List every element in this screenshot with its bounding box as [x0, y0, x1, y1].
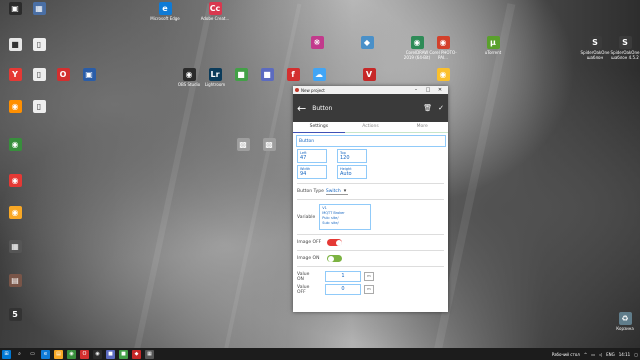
desktop-icon[interactable]: ▯	[24, 38, 54, 52]
window-titlebar[interactable]: New project – □ ✕	[293, 86, 448, 94]
variable-line: Sub: site/	[322, 221, 339, 225]
desktop-toolbar-label[interactable]: Рабочий стол	[552, 352, 580, 357]
desktop-icon[interactable]: ▩	[254, 138, 284, 152]
left-field[interactable]: Left 47	[297, 149, 327, 163]
top-field[interactable]: Top 120	[337, 149, 367, 163]
spideroak-icon[interactable]: S SpiderOakOne шаблон	[580, 36, 610, 60]
app-taskbar-icon[interactable]: ▦	[145, 349, 154, 359]
desktop-icon[interactable]: ◉	[0, 206, 30, 220]
clock[interactable]: 14:11	[619, 352, 631, 357]
explorer-icon[interactable]: ▤	[54, 349, 63, 359]
adobe-cc-icon[interactable]: Cc Adobe Creat...	[200, 2, 230, 21]
desktop-icon[interactable]: ▣	[74, 68, 104, 82]
image-on-label: Image ON	[297, 256, 320, 261]
tab-actions[interactable]: Actions	[345, 122, 397, 132]
opera-taskbar-icon[interactable]: O	[80, 349, 89, 359]
divider	[297, 266, 444, 267]
search-icon[interactable]: ⌕	[15, 350, 24, 359]
value-off-input[interactable]: 0	[325, 284, 361, 295]
divider	[297, 234, 444, 235]
page-title: Button	[312, 104, 333, 112]
tab-indicator	[293, 131, 345, 133]
height-value: Auto	[340, 171, 352, 177]
app-taskbar-icon[interactable]: ■	[106, 349, 115, 359]
taskbar: ⊞ ⌕ ▭ e ▤ ◉ O ◉ ■ ■ ◆ ▦ Рабочий стол ^ ▭…	[0, 348, 640, 360]
edge-taskbar-icon[interactable]: e	[41, 349, 50, 359]
desktop-icon[interactable]: ☁	[304, 68, 334, 82]
divider	[297, 250, 444, 251]
chrome-icon[interactable]: ◉	[0, 138, 30, 152]
app-icon	[295, 88, 299, 92]
start-icon[interactable]: ⊞	[2, 349, 11, 359]
recycle-bin-icon[interactable]: ♻ Корзина	[610, 312, 640, 331]
desktop-icon[interactable]: ▯	[24, 100, 54, 114]
app-taskbar-icon[interactable]: ■	[119, 349, 128, 359]
tab-more[interactable]: More	[396, 122, 448, 132]
edge-icon[interactable]: e Microsoft Edge	[150, 2, 180, 21]
variable-field[interactable]: V1 MQTT Broker Pub: site/ Sub: site/	[319, 204, 372, 230]
spideroak-452-icon[interactable]: S SpiderOakOne шаблон 4.5.2	[610, 36, 640, 60]
desktop-icon[interactable]: ▦	[24, 2, 54, 16]
button-type-value: Switch	[325, 188, 341, 194]
toggle-knob	[335, 239, 342, 246]
network-icon[interactable]: ▭	[591, 352, 595, 357]
app-taskbar-icon[interactable]: ◉	[93, 349, 102, 359]
height-field[interactable]: Height Auto	[337, 165, 367, 179]
top-value: 120	[340, 155, 350, 161]
close-icon[interactable]: ✕	[434, 87, 446, 93]
desktop-icon[interactable]: ▤	[0, 274, 30, 288]
button-type-select[interactable]: Switch ▾	[325, 188, 349, 195]
system-tray: Рабочий стол ^ ▭ ◁ ENG 14:11 ▢	[548, 348, 638, 360]
checkmark-icon[interactable]: ✓	[438, 104, 444, 112]
desktop-icon[interactable]: 5	[0, 308, 30, 322]
name-input[interactable]: Button	[296, 135, 446, 147]
task-view-icon[interactable]: ▭	[28, 350, 37, 359]
tab-bar: Settings Actions More	[293, 122, 448, 133]
corel-photopaint-icon[interactable]: ◉ Corel PHOTO-PAI...	[428, 36, 458, 60]
window-title: New project	[301, 87, 325, 93]
value-on-label: Value ON	[297, 271, 310, 282]
trash-icon[interactable]: 🗑	[423, 104, 432, 112]
desktop-icon[interactable]: ◆	[352, 36, 382, 50]
desktop-icon[interactable]: ◉	[428, 68, 458, 82]
tab-settings[interactable]: Settings	[293, 122, 345, 132]
utorrent-icon[interactable]: µ uTorrent	[478, 36, 508, 55]
width-value: 94	[300, 171, 307, 177]
desktop-icon[interactable]: ❋	[302, 36, 332, 50]
wallpaper-streak	[222, 3, 302, 348]
toggle-knob	[327, 255, 334, 262]
wallpaper-streak	[132, 3, 214, 348]
app-window: New project – □ ✕ ← Button 🗑 ✓ Settings …	[293, 86, 448, 312]
image-on-toggle[interactable]	[327, 255, 342, 262]
tray-chevron-icon[interactable]: ^	[584, 352, 587, 357]
button-type-label: Button Type	[297, 189, 324, 194]
desktop-icon[interactable]: V	[354, 68, 384, 82]
value-off-unit-button[interactable]: m	[364, 285, 374, 294]
image-off-toggle[interactable]	[327, 239, 342, 246]
left-value: 47	[300, 155, 307, 161]
notification-icon[interactable]: ▢	[634, 352, 638, 357]
maximize-icon[interactable]: □	[422, 87, 434, 93]
minimize-icon[interactable]: –	[410, 87, 422, 93]
language-indicator[interactable]: ENG	[606, 352, 615, 357]
width-field[interactable]: Width 94	[297, 165, 327, 179]
variable-label: Variable	[297, 214, 316, 220]
chevron-down-icon: ▾	[343, 188, 347, 194]
desktop-icon[interactable]: ◉	[0, 174, 30, 188]
app-taskbar-icon[interactable]: ◆	[132, 349, 141, 359]
value-on-input[interactable]: 1	[325, 271, 361, 282]
chrome-taskbar-icon[interactable]: ◉	[67, 349, 76, 359]
image-off-label: Image OFF	[297, 240, 322, 245]
volume-icon[interactable]: ◁	[599, 352, 602, 357]
app-header: ← Button 🗑 ✓	[293, 94, 448, 122]
back-arrow-icon[interactable]: ←	[297, 102, 306, 115]
divider	[297, 183, 444, 184]
value-off-label: Value OFF	[297, 284, 310, 295]
desktop-icon[interactable]: ▦	[0, 240, 30, 254]
divider	[297, 199, 444, 200]
tab-indicator-secondary	[345, 131, 448, 133]
value-on-unit-button[interactable]: m	[364, 272, 374, 281]
